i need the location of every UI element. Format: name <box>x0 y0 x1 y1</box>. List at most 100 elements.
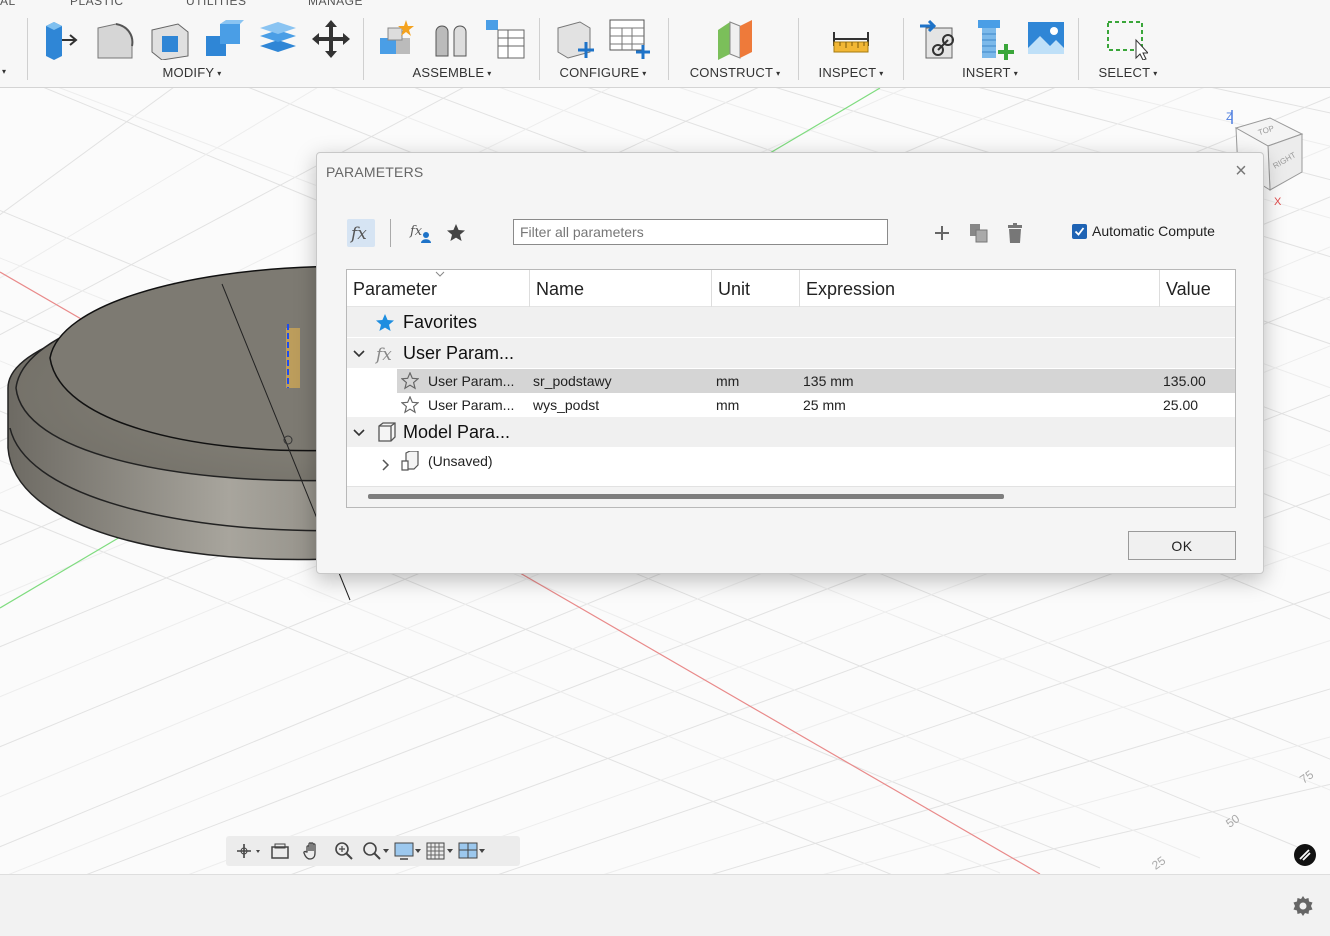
scrollbar-thumb[interactable] <box>368 494 1004 499</box>
automatic-compute-toggle[interactable]: Automatic Compute <box>1072 223 1215 239</box>
star-icon <box>447 224 465 241</box>
pan-icon[interactable] <box>296 838 328 864</box>
toolbar-separator <box>903 18 904 80</box>
tab-plastic[interactable]: PLASTIC <box>70 0 124 8</box>
select-label[interactable]: SELECT ▾ <box>1088 65 1168 80</box>
model-parameters-group-row[interactable]: Model Para... <box>347 417 1235 447</box>
press-pull-icon[interactable] <box>40 18 82 60</box>
svg-text:fx: fx <box>375 345 392 365</box>
chevron-right-icon[interactable] <box>379 454 393 471</box>
parameter-unit-cell[interactable]: mm <box>716 369 739 393</box>
add-parameter-button[interactable] <box>928 219 956 247</box>
configuration-table-icon[interactable] <box>608 18 650 60</box>
parameter-type-cell: User Param... <box>428 397 515 413</box>
delete-parameter-button[interactable] <box>1001 219 1029 247</box>
modify-group: MODIFY ▾ <box>38 14 356 84</box>
zoom-icon[interactable] <box>328 838 360 864</box>
table-header: Parameter Name Unit Expression Value <box>347 270 1235 307</box>
trash-icon <box>1008 223 1022 243</box>
favorites-group-row[interactable]: Favorites <box>347 307 1235 337</box>
column-header-expression[interactable]: Expression <box>800 270 1160 307</box>
tab-utilities[interactable]: UTILITIES <box>186 0 247 8</box>
construct-group: CONSTRUCT ▾ <box>680 14 790 84</box>
user-parameters-filter-button[interactable]: fx <box>407 219 435 247</box>
offset-face-icon[interactable] <box>256 18 298 60</box>
insert-group: INSERT ▾ <box>914 14 1066 84</box>
automatic-compute-label: Automatic Compute <box>1092 223 1215 239</box>
all-parameters-filter-button[interactable]: fx <box>347 219 375 247</box>
toolbar-separator <box>1078 18 1079 80</box>
modify-label[interactable]: MODIFY ▾ <box>38 65 356 80</box>
assemble-label[interactable]: ASSEMBLE ▾ <box>372 65 532 80</box>
model-body-icon <box>375 422 397 447</box>
horizontal-scrollbar[interactable] <box>347 486 1235 507</box>
autodesk-assistant-icon[interactable] <box>1294 844 1316 866</box>
parameter-type-cell: User Param... <box>428 373 515 389</box>
tab-al[interactable]: AL <box>0 0 16 8</box>
measure-icon[interactable] <box>830 18 872 60</box>
column-header-unit[interactable]: Unit <box>712 270 800 307</box>
fillet-icon[interactable] <box>94 18 136 60</box>
create-dropdown-caret[interactable]: ▾ <box>2 67 6 76</box>
table-row[interactable]: User Param... wys_podst mm 25 mm 25.00 <box>397 393 1235 417</box>
favorites-filter-button[interactable] <box>442 219 470 247</box>
insert-label[interactable]: INSERT ▾ <box>914 65 1066 80</box>
combine-icon[interactable] <box>202 18 244 60</box>
toolbar-separator <box>539 18 540 80</box>
ribbon-toolbar: AL PLASTIC UTILITIES MANAGE ▾ MODIFY ▾ A… <box>0 0 1330 88</box>
tab-manage[interactable]: MANAGE <box>308 0 363 8</box>
assemble-group: ASSEMBLE ▾ <box>372 14 532 84</box>
user-parameters-group-label: User Param... <box>403 343 515 363</box>
parameter-expression-cell[interactable]: 25 mm <box>803 393 846 417</box>
column-header-value[interactable]: Value <box>1160 270 1235 307</box>
copy-parameter-button[interactable] <box>965 219 993 247</box>
ok-button[interactable]: OK <box>1128 531 1236 560</box>
user-parameters-function-icon: fx <box>375 343 399 370</box>
configure-label[interactable]: CONFIGURE ▾ <box>548 65 658 80</box>
parameter-name-cell[interactable]: wys_podst <box>533 393 599 417</box>
gear-icon[interactable] <box>1292 895 1314 917</box>
automatic-compute-checkbox[interactable] <box>1072 223 1087 239</box>
user-parameters-group-row[interactable]: fx User Param... <box>347 338 1235 370</box>
parameter-name-cell[interactable]: sr_podstawy <box>533 369 612 393</box>
chevron-down-icon[interactable] <box>352 426 366 440</box>
look-at-icon[interactable] <box>264 838 296 864</box>
joint-icon[interactable] <box>430 18 472 60</box>
user-function-icon: fx <box>409 224 431 243</box>
viewports-icon[interactable] <box>456 838 488 864</box>
insert-derive-icon[interactable] <box>918 18 960 60</box>
parameters-table: Parameter Name Unit Expression Value Fav… <box>346 269 1236 508</box>
viewcube-x-label: X <box>1274 196 1282 208</box>
parameter-expression-cell[interactable]: 135 mm <box>803 369 854 393</box>
configure-group: CONFIGURE ▾ <box>548 14 658 84</box>
status-bar <box>0 874 1330 936</box>
move-icon[interactable] <box>310 18 352 60</box>
orbit-icon[interactable] <box>232 838 264 864</box>
construct-plane-icon[interactable] <box>714 18 756 60</box>
toolbar-separator <box>27 18 28 80</box>
svg-text:fx: fx <box>349 224 367 244</box>
navigation-bar <box>226 836 520 866</box>
filter-parameters-input[interactable] <box>513 219 888 245</box>
table-row[interactable]: User Param... sr_podstawy mm 135 mm 135.… <box>397 369 1235 393</box>
grid-settings-icon[interactable] <box>424 838 456 864</box>
bill-of-materials-icon[interactable] <box>484 18 526 60</box>
parameter-value-cell: 25.00 <box>1163 397 1199 413</box>
toolbar-separator <box>363 18 364 80</box>
close-icon[interactable]: × <box>1231 161 1251 181</box>
insert-canvas-icon[interactable] <box>1026 18 1068 60</box>
shell-icon[interactable] <box>148 18 190 61</box>
column-header-name[interactable]: Name <box>530 270 712 307</box>
parameter-unit-cell[interactable]: mm <box>716 393 739 417</box>
new-component-icon[interactable] <box>376 18 418 60</box>
inspect-label[interactable]: INSPECT ▾ <box>806 65 896 80</box>
insert-mcmaster-icon[interactable] <box>972 18 1014 60</box>
configure-model-icon[interactable] <box>554 18 596 60</box>
select-window-icon[interactable] <box>1106 18 1150 61</box>
zoom-window-icon[interactable] <box>360 838 392 864</box>
chevron-down-icon[interactable] <box>352 347 366 361</box>
list-item[interactable]: (Unsaved) <box>347 448 1235 474</box>
construct-label[interactable]: CONSTRUCT ▾ <box>680 65 790 80</box>
display-settings-icon[interactable] <box>392 838 424 864</box>
copy-icon <box>970 224 988 243</box>
